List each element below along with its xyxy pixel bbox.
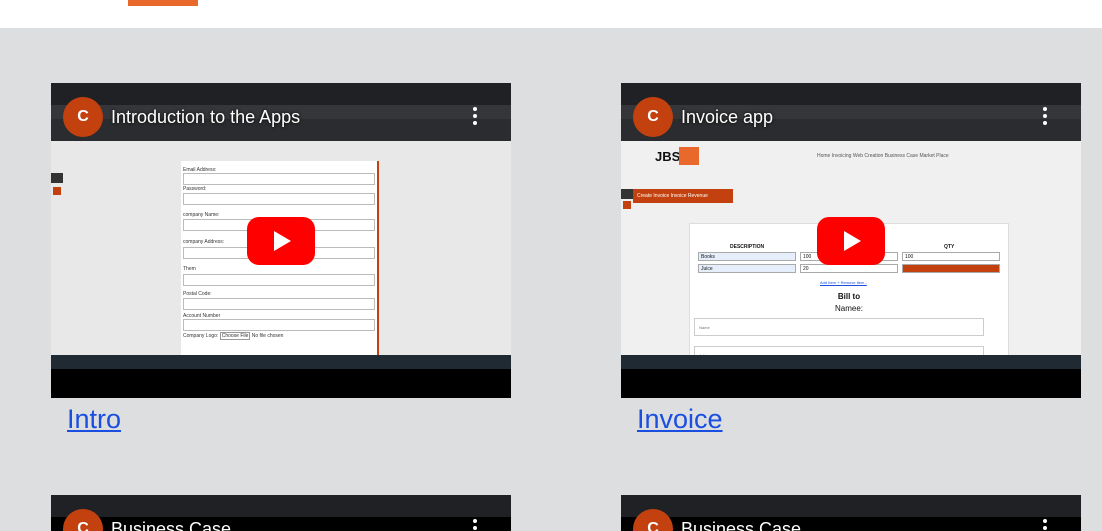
- invoice-link[interactable]: Invoice: [637, 404, 723, 435]
- row-desc: Juice: [698, 264, 796, 273]
- side-red-icon: [623, 201, 631, 209]
- brand-logo: [679, 147, 699, 165]
- video-business-case-2[interactable]: C Business Case: [621, 495, 1081, 531]
- row-price: 20: [800, 264, 898, 273]
- form-field: [183, 319, 375, 331]
- choose-file: Choose File: [219, 332, 251, 340]
- play-button-icon[interactable]: [817, 217, 885, 265]
- os-taskbar: [621, 355, 1081, 369]
- bill-to-heading: Bill to: [837, 292, 861, 301]
- more-options-icon[interactable]: [1043, 519, 1047, 531]
- video-title[interactable]: Business Case: [681, 519, 801, 531]
- video-header: C Business Case: [63, 509, 231, 531]
- video-title[interactable]: Introduction to the Apps: [111, 107, 300, 128]
- form-label: Them: [183, 266, 196, 272]
- form-field: [183, 274, 375, 286]
- orange-nav: Create Invoice Invoice Revenue: [633, 189, 733, 203]
- video-business-case[interactable]: C Business Case: [51, 495, 511, 531]
- play-button-icon[interactable]: [247, 217, 315, 265]
- form-field: [183, 193, 375, 205]
- channel-avatar[interactable]: C: [63, 97, 103, 137]
- form-field: [183, 173, 375, 185]
- os-taskbar: [51, 355, 511, 369]
- intro-link[interactable]: Intro: [67, 404, 121, 435]
- namee-label: Namee:: [834, 304, 863, 313]
- form-label: Postal Code:: [183, 291, 212, 297]
- form-label: Company Logo: Choose File No file chosen: [183, 332, 284, 340]
- brand-name: JBS: [655, 149, 681, 164]
- video-intro[interactable]: Email Address: Password: company Name: c…: [51, 83, 511, 398]
- row-qty: 100: [902, 252, 1000, 261]
- add-item-link: Add Item + Remove Item -: [820, 280, 867, 285]
- form-label: company Address:: [183, 239, 225, 245]
- site-nav: Home Invoicing Web Creation Business Cas…: [817, 153, 949, 159]
- video-title[interactable]: Business Case: [111, 519, 231, 531]
- video-invoice[interactable]: JBS Home Invoicing Web Creation Business…: [621, 83, 1081, 398]
- side-tag: [621, 189, 633, 199]
- no-file: No file chosen: [251, 333, 284, 339]
- channel-avatar[interactable]: C: [63, 509, 103, 531]
- video-bottom-bar: [51, 369, 511, 398]
- form-label: company Name:: [183, 212, 220, 218]
- form-label: Password:: [183, 186, 207, 192]
- col-qty: QTY: [944, 244, 955, 250]
- row-qty: [902, 264, 1000, 273]
- side-tag: [51, 173, 63, 183]
- more-options-icon[interactable]: [473, 519, 477, 531]
- address-input: Address: [694, 346, 984, 355]
- row-desc: Books: [698, 252, 796, 261]
- video-header: C Invoice app: [633, 97, 773, 137]
- video-title[interactable]: Invoice app: [681, 107, 773, 128]
- more-options-icon[interactable]: [473, 107, 477, 128]
- form-field: [183, 298, 375, 310]
- video-header: C Business Case: [633, 509, 801, 531]
- more-options-icon[interactable]: [1043, 107, 1047, 128]
- side-red-icon: [53, 187, 61, 195]
- logo-label: Company Logo:: [183, 333, 219, 339]
- video-bottom-bar: [621, 369, 1081, 398]
- name-input: Name: [694, 318, 984, 336]
- site-header: [0, 0, 1102, 28]
- header-accent-bar: [128, 0, 198, 6]
- channel-avatar[interactable]: C: [633, 509, 673, 531]
- channel-avatar[interactable]: C: [633, 97, 673, 137]
- video-header: C Introduction to the Apps: [63, 97, 300, 137]
- col-description: DESCRIPTION: [730, 244, 765, 250]
